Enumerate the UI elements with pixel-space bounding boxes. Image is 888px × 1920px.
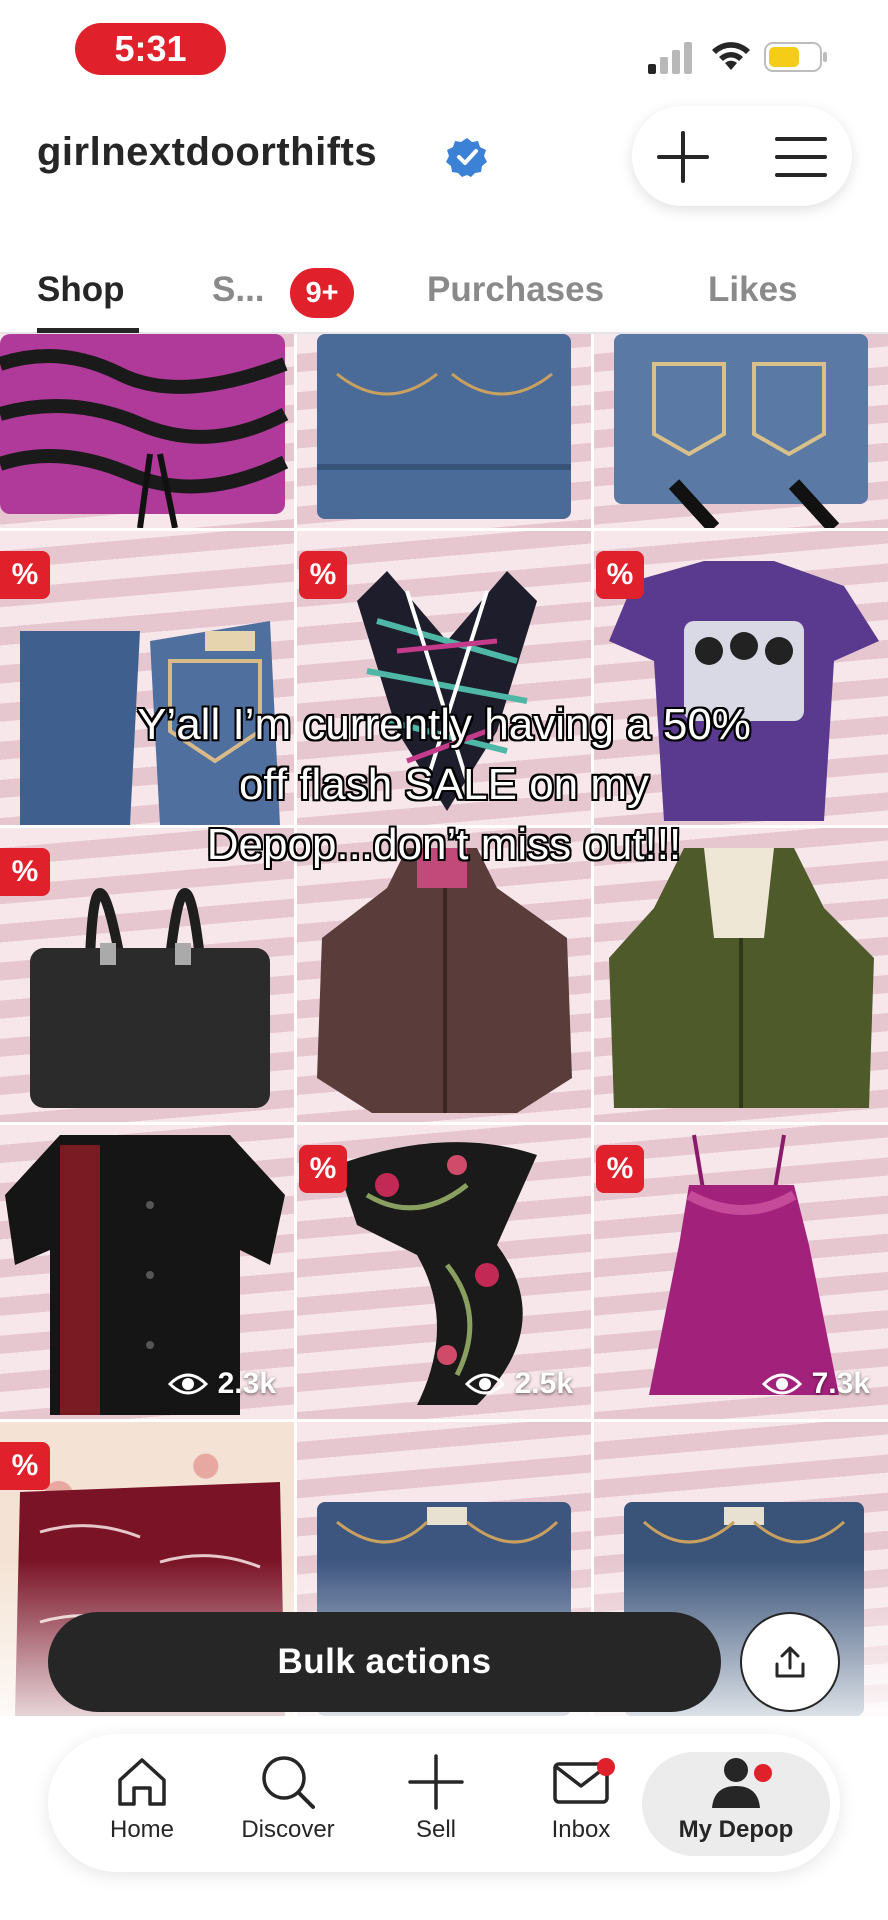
nav-my-depop-label: My Depop bbox=[678, 1816, 794, 1843]
jeans-item-image bbox=[317, 334, 571, 519]
status-time: 5:31 bbox=[75, 23, 226, 75]
discount-tag: % bbox=[596, 1145, 644, 1193]
search-icon bbox=[262, 1756, 315, 1809]
discount-tag: % bbox=[299, 551, 347, 599]
video-caption-overlay: Y’all I’m currently having a 50% off fla… bbox=[137, 700, 751, 869]
discount-tag: % bbox=[0, 551, 50, 599]
view-count: 2.5k bbox=[464, 1367, 573, 1401]
product-tile[interactable] bbox=[0, 334, 294, 528]
grid-divider bbox=[591, 334, 594, 1734]
profile-icon bbox=[712, 1758, 760, 1808]
eye-icon bbox=[761, 1373, 802, 1395]
verified-badge-icon bbox=[446, 138, 487, 177]
eye-icon bbox=[464, 1373, 505, 1395]
inbox-notification-dot bbox=[597, 1758, 615, 1776]
profile-tabs: Shop S... Purchases Likes bbox=[0, 262, 888, 334]
view-count-value: 2.5k bbox=[514, 1367, 573, 1400]
tab-likes[interactable]: Likes bbox=[708, 270, 798, 310]
nav-inbox[interactable]: Inbox bbox=[511, 1752, 651, 1856]
hamburger-menu-icon bbox=[775, 137, 827, 177]
signal-icon bbox=[648, 42, 692, 74]
zebra-print-item-image bbox=[0, 334, 289, 528]
product-tile[interactable] bbox=[297, 334, 591, 528]
nav-sell[interactable]: Sell bbox=[366, 1752, 506, 1856]
wifi-icon bbox=[712, 42, 750, 70]
notification-badge: 9+ bbox=[290, 268, 354, 318]
nav-home-label: Home bbox=[109, 1816, 175, 1843]
profile-notification-dot bbox=[754, 1764, 772, 1782]
plus-icon bbox=[657, 131, 709, 183]
nav-discover[interactable]: Discover bbox=[218, 1752, 358, 1856]
home-icon bbox=[118, 1758, 166, 1806]
jeans-back-pockets-item-image bbox=[614, 334, 868, 528]
battery-icon bbox=[764, 42, 827, 72]
menu-button[interactable] bbox=[768, 128, 834, 186]
share-button[interactable] bbox=[740, 1612, 840, 1712]
view-count: 2.3k bbox=[167, 1367, 276, 1401]
product-tile[interactable]: % 7.3k bbox=[594, 1125, 888, 1419]
product-tile[interactable]: 2.3k bbox=[0, 1125, 294, 1419]
add-listing-button[interactable] bbox=[650, 128, 716, 186]
grid-divider bbox=[294, 334, 297, 1734]
discount-tag: % bbox=[299, 1145, 347, 1193]
active-tab-indicator bbox=[37, 328, 139, 333]
nav-inbox-label: Inbox bbox=[551, 1816, 611, 1843]
share-icon bbox=[775, 1646, 805, 1678]
nav-my-depop[interactable]: My Depop bbox=[642, 1752, 830, 1856]
discount-tag: % bbox=[596, 551, 644, 599]
nav-discover-label: Discover bbox=[241, 1816, 335, 1843]
product-tile[interactable] bbox=[594, 334, 888, 528]
bulk-actions-button[interactable]: Bulk actions bbox=[48, 1612, 721, 1712]
view-count-value: 2.3k bbox=[217, 1367, 276, 1400]
product-tile[interactable]: % 2.5k bbox=[297, 1125, 591, 1419]
view-count-value: 7.3k bbox=[811, 1367, 870, 1400]
tab-selling[interactable]: S... bbox=[212, 270, 265, 310]
plus-icon bbox=[408, 1754, 464, 1810]
product-grid: % % % % 2.3k % 2.5k % 7.3k % bbox=[0, 334, 888, 1734]
shop-username: girlnextdoorthifts bbox=[37, 130, 378, 174]
view-count: 7.3k bbox=[761, 1367, 870, 1401]
discount-tag: % bbox=[0, 848, 50, 896]
nav-sell-label: Sell bbox=[415, 1816, 457, 1843]
tab-shop[interactable]: Shop bbox=[37, 270, 124, 310]
status-bar: 5:31 bbox=[0, 0, 888, 100]
eye-icon bbox=[167, 1373, 208, 1395]
nav-home[interactable]: Home bbox=[72, 1752, 212, 1856]
discount-tag: % bbox=[0, 1442, 50, 1490]
tab-purchases[interactable]: Purchases bbox=[427, 270, 604, 310]
